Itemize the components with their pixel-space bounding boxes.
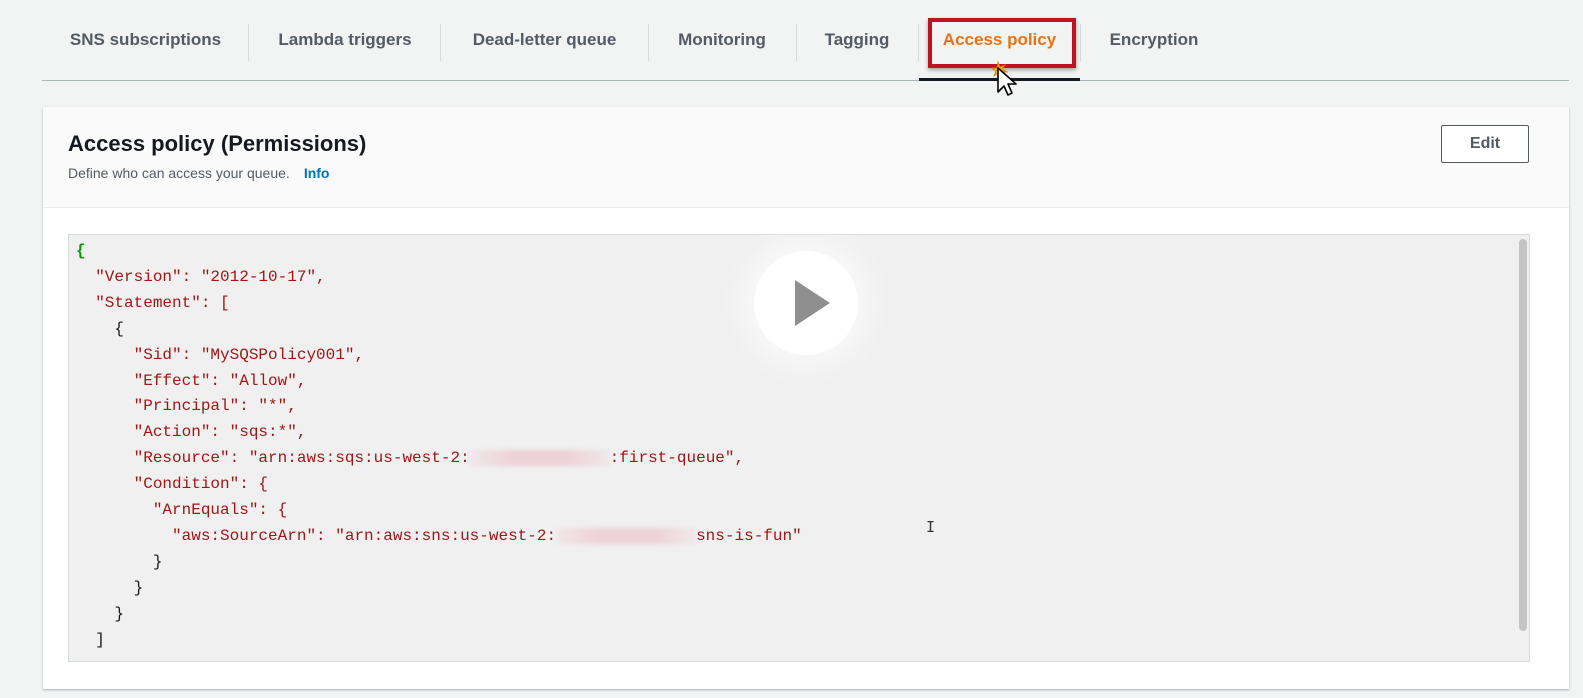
redacted-account-id [469, 450, 610, 467]
json-line: { [76, 242, 86, 260]
json-line: } [76, 604, 125, 623]
panel-title: Access policy (Permissions) [68, 131, 367, 156]
tab-label: Monitoring [678, 30, 766, 49]
tab-tagging[interactable]: Tagging [796, 0, 918, 80]
tab-label: Encryption [1109, 30, 1199, 49]
tab-sns-subscriptions[interactable]: SNS subscriptions [42, 0, 249, 80]
json-line: "Sid": "MySQSPolicy001", [76, 345, 365, 364]
access-policy-panel: Access policy (Permissions) Define who c… [43, 107, 1569, 689]
json-line: { [76, 319, 125, 338]
json-line: "Version": "2012-10-17", [76, 267, 326, 286]
source-arn-suffix: sns-is-fun" [696, 526, 802, 545]
json-line-source-arn: "aws:SourceArn": "arn:aws:sns:us-west-2:… [76, 524, 802, 550]
play-icon [795, 280, 830, 326]
tab-label: Tagging [824, 30, 890, 49]
tab-monitoring[interactable]: Monitoring [648, 0, 796, 80]
source-arn-prefix: "aws:SourceArn": "arn:aws:sns:us-west-2: [76, 526, 557, 545]
redacted-account-id [556, 527, 697, 544]
tab-lambda-triggers[interactable]: Lambda triggers [249, 0, 441, 80]
json-line: "Statement": [ [76, 293, 230, 312]
json-line: } [76, 578, 144, 597]
panel-header: Access policy (Permissions) Define who c… [43, 107, 1569, 208]
panel-description: Define who can access your queue. Info [68, 165, 329, 181]
resource-arn-suffix: :first-queue", [609, 449, 745, 468]
json-line: "Effect": "Allow", [76, 371, 307, 390]
tab-label: Dead-letter queue [472, 30, 617, 49]
tab-encryption[interactable]: Encryption [1080, 0, 1228, 80]
edit-button[interactable]: Edit [1441, 125, 1529, 163]
text-cursor-icon: I [926, 518, 936, 536]
tab-label: SNS subscriptions [69, 30, 222, 49]
policy-json-code: { "Version": "2012-10-17", "Statement": … [76, 239, 802, 654]
description-text: Define who can access your queue. [68, 165, 290, 181]
tab-label: Access policy [942, 30, 1057, 49]
mouse-pointer-icon [990, 60, 1022, 103]
json-line: "Action": "sqs:*", [76, 423, 307, 442]
video-play-button[interactable] [754, 251, 858, 355]
json-line: "Condition": { [76, 475, 269, 494]
json-line-resource: "Resource": "arn:aws:sqs:us-west-2: :firs… [76, 446, 802, 472]
json-line: ] [76, 630, 105, 649]
tab-dead-letter-queue[interactable]: Dead-letter queue [441, 0, 648, 80]
json-line: } [76, 552, 163, 571]
tab-label: Lambda triggers [278, 30, 412, 49]
vertical-scrollbar[interactable] [1519, 239, 1527, 631]
json-line: "Principal": "*", [76, 397, 297, 416]
resource-arn-prefix: "Resource": "arn:aws:sqs:us-west-2: [76, 449, 470, 468]
json-line: "ArnEquals": { [76, 501, 288, 520]
info-link[interactable]: Info [304, 165, 330, 181]
tab-bar: SNS subscriptions Lambda triggers Dead-l… [42, 0, 1569, 81]
